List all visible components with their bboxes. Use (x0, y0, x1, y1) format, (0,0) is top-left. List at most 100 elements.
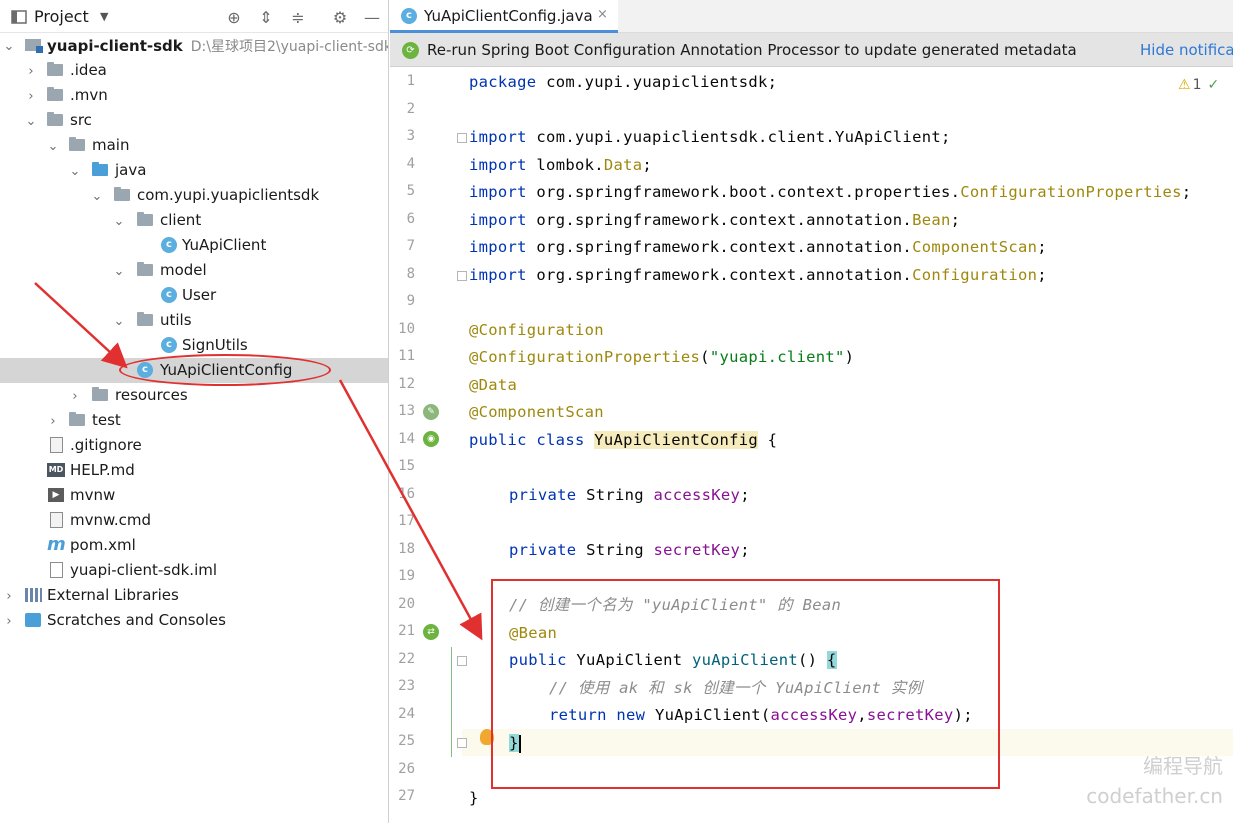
chevron-right-icon[interactable]: › (46, 414, 60, 429)
tree-item-label: src (70, 111, 92, 129)
code-text: org.springframework.context.annotation. (526, 211, 913, 229)
code-line-6: import org.springframework.context.annot… (469, 207, 960, 234)
line-number: 14 (398, 431, 415, 447)
code-annotation: @ConfigurationProperties (469, 348, 701, 366)
tree-item-label: SignUtils (182, 336, 248, 354)
code-text: com.yupi.yuapiclientsdk.client.YuApiClie… (526, 128, 951, 146)
tree-item-iml[interactable]: yuapi-client-sdk.iml (0, 558, 388, 583)
chevron-down-icon[interactable]: ⌄ (2, 39, 16, 54)
tree-item-user[interactable]: c User (0, 283, 388, 308)
code-line-12: @Data (469, 376, 518, 394)
warning-count: 1 (1192, 77, 1202, 93)
tree-item-label: .gitignore (70, 436, 142, 454)
tree-item-test[interactable]: › test (0, 408, 388, 433)
code-text: lombok. (526, 156, 604, 174)
source-folder-icon (92, 162, 108, 176)
code-keyword: private (509, 486, 577, 504)
tree-item-package-root[interactable]: ⌄ com.yupi.yuapiclientsdk (0, 183, 388, 208)
project-tool-window: Project ▼ ⊕ ⇕ ≑ ⚙ — ⌄ yuapi-client-sdk D:… (0, 0, 389, 823)
fold-marker-icon[interactable] (457, 271, 467, 281)
chevron-down-icon[interactable]: ⌄ (112, 264, 126, 279)
code-line-4: import lombok.Data; (469, 152, 652, 179)
tree-item-gitignore[interactable]: .gitignore (0, 433, 388, 458)
tree-item-pom-xml[interactable]: m pom.xml (0, 533, 388, 558)
spring-config-gutter-icon[interactable]: ◉ (423, 431, 439, 447)
chevron-right-icon[interactable]: › (24, 89, 38, 104)
tree-item-yuapiclient[interactable]: c YuApiClient (0, 233, 388, 258)
tree-item-mvnw[interactable]: ▶ mvnw (0, 483, 388, 508)
code-text: { (757, 431, 778, 449)
code-field: accessKey (653, 486, 741, 504)
tree-item-scratches[interactable]: › Scratches and Consoles (0, 608, 388, 633)
tree-item-help-md[interactable]: MD HELP.md (0, 458, 388, 483)
code-line-7: import org.springframework.context.annot… (469, 234, 1047, 261)
locate-target-icon[interactable]: ⊕ (224, 7, 244, 27)
code-text: ; (1037, 266, 1047, 284)
code-keyword: import (469, 211, 527, 229)
collapse-all-icon[interactable]: ≑ (288, 7, 308, 27)
line-number: 21 (398, 623, 415, 639)
code-annotation-type: ConfigurationProperties (960, 183, 1182, 201)
inspection-widget[interactable]: ⚠ 1 ✓ (1178, 77, 1219, 93)
minimize-icon[interactable]: — (362, 7, 382, 27)
tree-item-label: HELP.md (70, 461, 135, 479)
tree-item-label: User (182, 286, 217, 304)
tree-item-mvn[interactable]: › .mvn (0, 83, 388, 108)
chevron-down-icon[interactable]: ▼ (100, 10, 108, 23)
chevron-right-icon[interactable]: › (24, 64, 38, 79)
chevron-right-icon[interactable]: › (2, 589, 16, 604)
tree-item-external-libraries[interactable]: › External Libraries (0, 583, 388, 608)
code-text: org.springframework.context.annotation. (526, 266, 913, 284)
expand-all-icon[interactable]: ⇕ (256, 7, 276, 27)
tree-item-src[interactable]: ⌄ src (0, 108, 388, 133)
code-line-1: package com.yupi.yuapiclientsdk; (469, 69, 777, 96)
chevron-down-icon[interactable]: ⌄ (68, 164, 82, 179)
fold-marker-icon[interactable] (457, 656, 467, 666)
fold-marker-icon[interactable] (457, 133, 467, 143)
chevron-down-icon[interactable]: ⌄ (90, 189, 104, 204)
project-view-icon[interactable] (9, 7, 29, 27)
tree-item-yuapi-client-sdk[interactable]: ⌄ yuapi-client-sdk D:\星球项目2\yuapi-client-… (0, 33, 388, 58)
tree-item-mvnw-cmd[interactable]: mvnw.cmd (0, 508, 388, 533)
tree-item-label: mvnw (70, 486, 116, 504)
hide-notification-link[interactable]: Hide notifica (1140, 41, 1233, 59)
line-number: 8 (406, 266, 415, 282)
chevron-down-icon[interactable]: ⌄ (46, 139, 60, 154)
tree-item-label: yuapi-client-sdk.iml (70, 561, 218, 579)
project-panel-title[interactable]: Project (34, 7, 89, 26)
chevron-down-icon[interactable]: ⌄ (112, 214, 126, 229)
chevron-right-icon[interactable]: › (68, 389, 82, 404)
java-class-icon: c (161, 337, 177, 353)
spring-bean-gutter-icon[interactable]: ✎ (423, 404, 439, 420)
libraries-icon (25, 588, 42, 602)
chevron-down-icon[interactable]: ⌄ (112, 314, 126, 329)
code-line-14: public class YuApiClientConfig { (469, 427, 777, 454)
tree-item-java[interactable]: ⌄ java (0, 158, 388, 183)
warning-icon: ⚠ (1178, 77, 1191, 93)
tree-item-model[interactable]: ⌄ model (0, 258, 388, 283)
tree-item-client[interactable]: ⌄ client (0, 208, 388, 233)
watermark: 编程导航 codefather.cn (1086, 751, 1223, 811)
tab-yuapiclientconfig[interactable]: c YuApiClientConfig.java × (390, 0, 618, 33)
banner-message[interactable]: Re-run Spring Boot Configuration Annotat… (427, 41, 1077, 59)
tree-item-label: resources (115, 386, 188, 404)
chevron-down-icon[interactable]: ⌄ (24, 114, 38, 129)
tree-item-main[interactable]: ⌄ main (0, 133, 388, 158)
chevron-right-icon[interactable]: › (2, 614, 16, 629)
fold-marker-icon[interactable] (457, 738, 467, 748)
maven-icon: m (47, 534, 66, 555)
code-keyword: import (469, 238, 527, 256)
tree-item-utils[interactable]: ⌄ utils (0, 308, 388, 333)
code-text: String (576, 486, 654, 504)
folder-icon (69, 412, 85, 426)
check-icon: ✓ (1207, 77, 1220, 93)
close-icon[interactable]: × (597, 7, 608, 22)
spring-bean-gutter-icon[interactable]: ⇄ (423, 624, 439, 640)
tree-item-idea[interactable]: › .idea (0, 58, 388, 83)
line-number: 26 (398, 761, 415, 777)
tree-item-label: .mvn (70, 86, 108, 104)
gear-icon[interactable]: ⚙ (330, 7, 350, 27)
folder-icon (47, 87, 63, 101)
line-number: 7 (406, 238, 415, 254)
tree-item-resources[interactable]: › resources (0, 383, 388, 408)
